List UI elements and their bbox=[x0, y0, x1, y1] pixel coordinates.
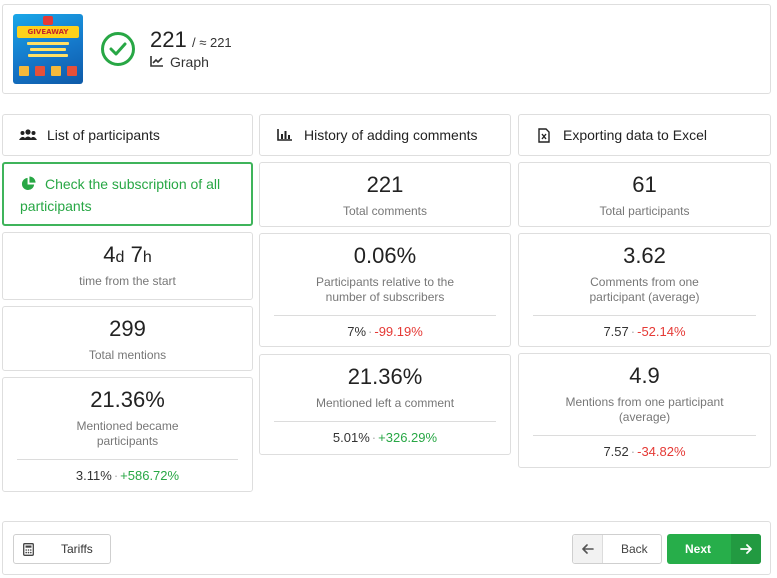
check-circle-icon bbox=[101, 32, 135, 66]
stat-mentions-per-participant: 4.9 Mentions from one participant (avera… bbox=[518, 353, 771, 468]
comment-count-approx: / ≈ 221 bbox=[192, 35, 232, 50]
stat-label: Participants relative to the number of s… bbox=[315, 275, 455, 304]
stat-comments-per-participant: 3.62 Comments from one participant (aver… bbox=[518, 233, 771, 347]
tab-export-excel[interactable]: Exporting data to Excel bbox=[518, 114, 771, 156]
divider bbox=[533, 315, 756, 316]
stat-mentioned-left-comment: 21.36% Mentioned left a comment 5.01% · +3… bbox=[259, 354, 511, 455]
stat-comparison: 7% · -99.19% bbox=[347, 324, 423, 339]
thumbnail-text: GIVEAWAY bbox=[17, 26, 79, 38]
bar-chart-icon bbox=[274, 129, 296, 141]
post-header: GIVEAWAY 221 / ≈ 221 Graph bbox=[2, 4, 771, 94]
tab-label: List of participants bbox=[47, 127, 160, 143]
stat-label: Total comments bbox=[342, 204, 428, 218]
stat-label: Comments from one participant (average) bbox=[589, 275, 700, 304]
post-thumbnail[interactable]: GIVEAWAY bbox=[13, 14, 83, 84]
tariffs-label: Tariffs bbox=[61, 542, 93, 556]
chart-line-icon bbox=[150, 54, 164, 70]
stat-total-mentions: 299 Total mentions bbox=[2, 306, 253, 371]
stat-total-comments: 221 Total comments bbox=[259, 162, 511, 227]
stat-time-from-start: 4d 7h time from the start bbox=[2, 232, 253, 300]
back-label: Back bbox=[621, 542, 648, 556]
tariffs-button[interactable]: Tariffs bbox=[13, 534, 111, 564]
check-subscription-button[interactable]: Check the subscription of all participan… bbox=[2, 162, 253, 226]
stat-label: Mentioned left a comment bbox=[315, 396, 455, 410]
stat-value: 299 bbox=[109, 316, 146, 341]
stat-mentioned-became-participants: 21.36% Mentioned became participants 3.1… bbox=[2, 377, 253, 492]
stat-comparison: 3.11% · +586.72% bbox=[75, 468, 180, 483]
tab-label: Exporting data to Excel bbox=[563, 127, 707, 143]
comment-count: 221 bbox=[150, 27, 187, 52]
stat-value: 4d 7h bbox=[103, 242, 152, 267]
stat-comparison: 7.57 · -52.14% bbox=[603, 324, 686, 339]
stat-total-participants: 61 Total participants bbox=[518, 162, 771, 227]
tab-label: History of adding comments bbox=[304, 127, 478, 143]
footer-bar: Tariffs Back Next bbox=[2, 521, 771, 575]
divider bbox=[274, 421, 496, 422]
arrow-right-icon bbox=[731, 534, 761, 564]
back-button[interactable]: Back bbox=[572, 534, 662, 564]
stat-comparison: 7.52 · -34.82% bbox=[603, 444, 686, 459]
stat-value: 21.36% bbox=[90, 387, 165, 412]
divider bbox=[274, 315, 496, 316]
stat-value: 0.06% bbox=[353, 243, 417, 268]
tab-history-of-comments[interactable]: History of adding comments bbox=[259, 114, 511, 156]
graph-label: Graph bbox=[170, 54, 209, 70]
stat-value: 61 bbox=[632, 172, 657, 197]
arrow-left-icon bbox=[573, 535, 603, 563]
stat-value: 21.36% bbox=[347, 364, 423, 389]
stat-label: Total mentions bbox=[88, 348, 167, 362]
users-icon bbox=[17, 129, 39, 141]
stat-value: 3.62 bbox=[623, 243, 666, 268]
stat-label: Total participants bbox=[599, 204, 690, 218]
next-label: Next bbox=[685, 542, 712, 556]
stat-comparison: 5.01% · +326.29% bbox=[332, 430, 438, 445]
divider bbox=[17, 459, 238, 460]
graph-link[interactable]: Graph bbox=[150, 54, 209, 70]
stat-participants-relative: 0.06% Participants relative to the numbe… bbox=[259, 233, 511, 347]
calculator-icon bbox=[14, 542, 42, 556]
tab-list-of-participants[interactable]: List of participants bbox=[2, 114, 253, 156]
divider bbox=[533, 435, 756, 436]
stat-label: Mentioned became participants bbox=[76, 419, 179, 448]
stat-value: 4.9 bbox=[629, 363, 660, 388]
excel-file-icon bbox=[533, 127, 555, 143]
stat-label: time from the start bbox=[79, 274, 176, 288]
stat-label: Mentions from one participant (average) bbox=[565, 395, 724, 424]
pie-chart-icon bbox=[21, 176, 36, 196]
check-subscription-label: Check the subscription of all participan… bbox=[20, 176, 221, 214]
stat-value: 221 bbox=[366, 172, 404, 197]
next-button[interactable]: Next bbox=[667, 534, 761, 564]
